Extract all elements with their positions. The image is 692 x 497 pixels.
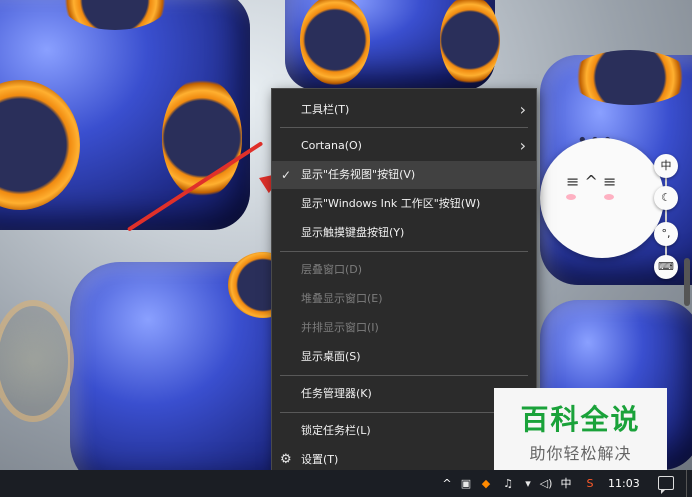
tray-app-icon[interactable]: ◆ [478, 470, 494, 497]
wallpaper-reflection-ring [0, 300, 74, 422]
menu-item-toolbars[interactable]: 工具栏(T) › [272, 96, 536, 124]
sogou-ime-icon[interactable]: S [582, 470, 598, 497]
menu-item-label: 锁定任务栏(L) [301, 424, 371, 437]
ghost-face: ≡ ^ ≡ [566, 172, 617, 191]
ghost-sticker [540, 138, 664, 258]
menu-item-show-touch-keyboard[interactable]: 显示触摸键盘按钮(Y) [272, 219, 536, 247]
tray-app-icon[interactable]: ▣ [458, 470, 474, 497]
checkmark-icon: ✓ [281, 168, 292, 182]
watermark-logo: 百科全说 助你轻松解决 [494, 388, 667, 471]
show-desktop-button[interactable] [686, 470, 692, 497]
watermark-subtitle: 助你轻松解决 [529, 444, 632, 463]
menu-item-label: 显示"Windows Ink 工作区"按钮(W) [301, 197, 481, 210]
wallpaper-cube-hole [570, 50, 690, 105]
taskbar: ^ ▣ ◆ ♫ ▾ ◁) 中 S 11:03 [0, 470, 692, 497]
menu-item-stack[interactable]: 堆叠显示窗口(E) [272, 285, 536, 313]
action-center-icon[interactable] [658, 476, 674, 494]
ghost-blush-right [604, 194, 614, 200]
punctuation-icon[interactable]: °, [654, 222, 678, 246]
volume-icon[interactable]: ◁) [538, 470, 554, 497]
menu-item-cascade[interactable]: 层叠窗口(D) [272, 256, 536, 284]
menu-item-cortana[interactable]: Cortana(O) › [272, 132, 536, 160]
menu-item-label: 层叠窗口(D) [301, 263, 363, 276]
menu-item-label: 显示触摸键盘按钮(Y) [301, 226, 405, 239]
menu-separator [280, 127, 528, 128]
menu-item-label: 堆叠显示窗口(E) [301, 292, 383, 305]
menu-item-label: 显示桌面(S) [301, 350, 361, 363]
menu-item-label: 并排显示窗口(I) [301, 321, 379, 334]
network-icon[interactable]: ▾ [520, 470, 536, 497]
menu-item-label: 任务管理器(K) [301, 387, 372, 400]
menu-item-label: 显示"任务视图"按钮(V) [301, 168, 416, 181]
menu-item-show-ink[interactable]: 显示"Windows Ink 工作区"按钮(W) [272, 190, 536, 218]
ghost-blush-left [566, 194, 576, 200]
menu-item-side-by-side[interactable]: 并排显示窗口(I) [272, 314, 536, 342]
chevron-right-icon: › [519, 136, 526, 155]
menu-separator [280, 375, 528, 376]
keyboard-icon[interactable]: ⌨ [654, 255, 678, 279]
menu-item-label: Cortana(O) [301, 139, 362, 152]
ime-lang-button[interactable]: 中 [654, 154, 678, 178]
moon-icon[interactable]: ☾ [654, 186, 678, 210]
tray-app-icon[interactable]: ♫ [500, 470, 516, 497]
menu-item-label: 工具栏(T) [301, 103, 350, 116]
taskbar-clock[interactable]: 11:03 [608, 470, 640, 497]
menu-separator [280, 251, 528, 252]
menu-item-show-desktop[interactable]: 显示桌面(S) [272, 343, 536, 371]
menu-item-label: 设置(T) [301, 453, 339, 466]
tray-overflow-chevron[interactable]: ^ [440, 470, 454, 497]
ime-language-indicator[interactable]: 中 [558, 470, 574, 497]
menu-item-show-task-view[interactable]: ✓ 显示"任务视图"按钮(V) [272, 161, 536, 189]
side-scrollbar[interactable] [684, 258, 690, 306]
menu-separator [280, 412, 528, 413]
chevron-right-icon: › [519, 100, 526, 119]
watermark-title: 百科全说 [520, 403, 641, 436]
